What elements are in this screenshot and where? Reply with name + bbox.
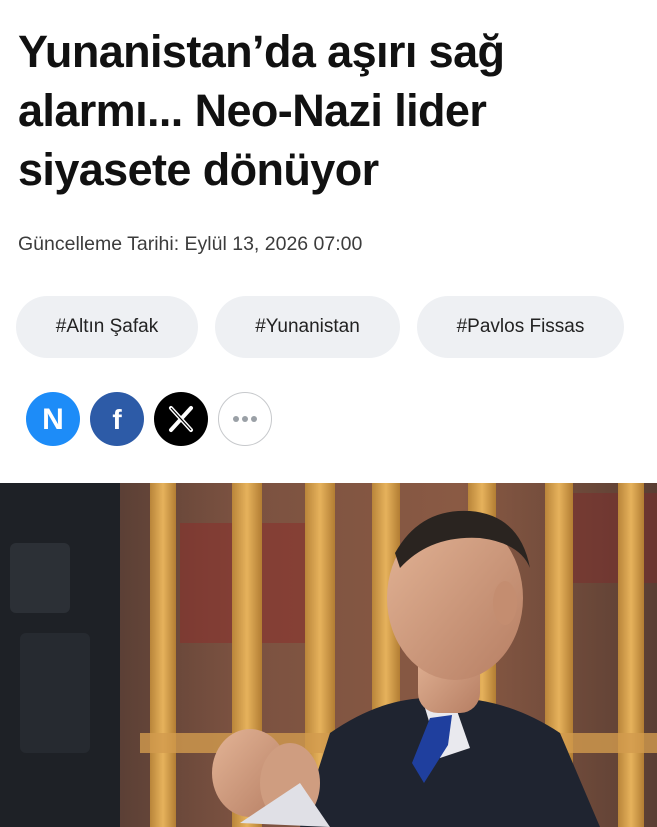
article-photo [0, 483, 657, 827]
updated-date: Güncelleme Tarihi: Eylül 13, 2026 07:00 [18, 233, 363, 255]
svg-text:f: f [112, 404, 122, 435]
headline-line-3: siyasete dönüyor [18, 144, 379, 195]
share-more-button[interactable] [218, 392, 272, 446]
share-x-button[interactable] [154, 392, 208, 446]
n-news-icon: N [27, 393, 79, 445]
article-hero-image [0, 483, 657, 827]
svg-text:N: N [42, 403, 64, 436]
tag-pavlos-fissas[interactable]: #Pavlos Fissas [417, 296, 624, 358]
tag-altin-safak[interactable]: #Altın Şafak [16, 296, 198, 358]
share-n-button[interactable]: N [26, 392, 80, 446]
share-facebook-button[interactable]: f [90, 392, 144, 446]
tag-yunanistan[interactable]: #Yunanistan [215, 296, 400, 358]
facebook-icon: f [91, 393, 143, 445]
x-twitter-icon [155, 393, 207, 445]
more-icon [233, 416, 257, 422]
headline-line-1: Yunanistan’da aşırı sağ [18, 26, 505, 77]
article-headline: Yunanistan’da aşırı sağ alarmı... Neo-Na… [18, 22, 638, 199]
headline-line-2: alarmı... Neo-Nazi lider [18, 85, 487, 136]
